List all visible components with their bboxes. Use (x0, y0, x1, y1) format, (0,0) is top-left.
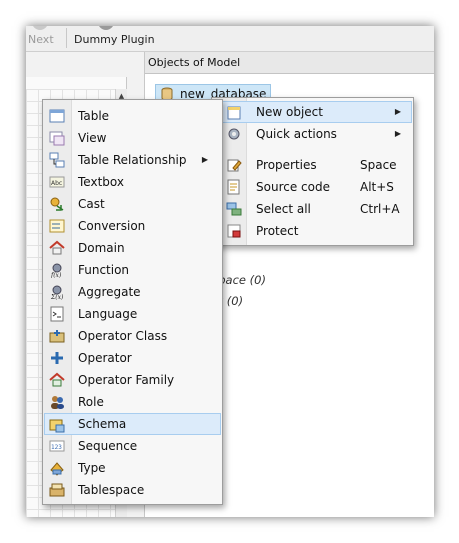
function-icon: f(x) (49, 262, 65, 279)
new-object-icon (226, 105, 242, 121)
textbox-icon: Abc (49, 174, 65, 190)
menu-item-source-code[interactable]: Source code Alt+S (214, 176, 411, 198)
menu-item-textbox[interactable]: Abc Textbox (45, 171, 220, 193)
view-icon (49, 130, 65, 146)
menu-item-operator-family[interactable]: Operator Family (45, 369, 220, 391)
menu-item-domain[interactable]: Domain (45, 237, 220, 259)
menu-item-function[interactable]: f(x) Function (45, 259, 220, 281)
aggregate-icon: Σ(x) (49, 284, 65, 301)
next-button[interactable]: Next (28, 33, 54, 46)
menu-item-operator-class[interactable]: Operator Class (45, 325, 220, 347)
conversion-icon (49, 218, 65, 234)
menu-item-protect[interactable]: Protect (214, 220, 411, 242)
menu-item-table-relationship[interactable]: Table Relationship ▶ (45, 149, 220, 171)
toolbar-separator (66, 28, 67, 48)
operator-class-icon (49, 328, 65, 344)
schema-icon (49, 417, 65, 433)
next-icon (32, 26, 48, 30)
domain-icon (49, 240, 65, 256)
operator-icon (49, 350, 65, 366)
toolbar: Next Dummy Plugin (26, 26, 434, 52)
menu-item-language[interactable]: Language (45, 303, 220, 325)
submenu-arrow-icon: ▶ (201, 155, 208, 164)
tablespace-icon (49, 482, 65, 498)
new-object-submenu: Table View Table Relationship ▶ Abc Text… (42, 99, 223, 505)
menu-item-role[interactable]: Role (45, 391, 220, 413)
role-icon (49, 394, 65, 410)
menu-item-table[interactable]: Table (45, 105, 220, 127)
dummy-plugin-button[interactable]: Dummy Plugin (74, 33, 155, 46)
relationship-icon (49, 152, 65, 168)
menu-item-new-object[interactable]: New object ▶ (213, 101, 412, 123)
svg-text:123: 123 (51, 444, 62, 451)
gear-icon (226, 126, 242, 142)
menu-item-operator[interactable]: Operator (45, 347, 220, 369)
menu-item-tablespace[interactable]: Tablespace (45, 479, 220, 501)
submenu-arrow-icon: ▶ (394, 107, 401, 116)
menu-item-properties[interactable]: Properties Space (214, 154, 411, 176)
menu-item-cast[interactable]: Cast (45, 193, 220, 215)
menu-item-quick-actions[interactable]: Quick actions ▶ (214, 123, 411, 145)
lock-icon (226, 223, 242, 239)
edit-icon (226, 157, 242, 173)
menu-item-select-all[interactable]: Select all Ctrl+A (214, 198, 411, 220)
objects-panel-header: Objects of Model (145, 52, 434, 74)
operator-family-icon (49, 372, 65, 388)
svg-text:f(x): f(x) (50, 272, 62, 278)
svg-text:Σ(x): Σ(x) (50, 294, 64, 300)
table-icon (49, 108, 65, 124)
type-icon (49, 460, 65, 476)
menu-item-conversion[interactable]: Conversion (45, 215, 220, 237)
svg-text:Abc: Abc (51, 180, 62, 187)
sequence-icon: 123 (49, 438, 65, 454)
submenu-arrow-icon: ▶ (394, 129, 401, 138)
menu-item-schema[interactable]: Schema (44, 413, 221, 435)
plugin-icon (98, 26, 114, 30)
menu-item-aggregate[interactable]: Σ(x) Aggregate (45, 281, 220, 303)
context-menu: New object ▶ Quick actions ▶ Properties … (211, 97, 414, 246)
code-icon (226, 179, 242, 195)
menu-item-type[interactable]: Type (45, 457, 220, 479)
language-icon (49, 306, 65, 322)
select-all-icon (226, 201, 242, 217)
menu-item-sequence[interactable]: 123 Sequence (45, 435, 220, 457)
cast-icon (49, 196, 65, 212)
menu-item-view[interactable]: View (45, 127, 220, 149)
